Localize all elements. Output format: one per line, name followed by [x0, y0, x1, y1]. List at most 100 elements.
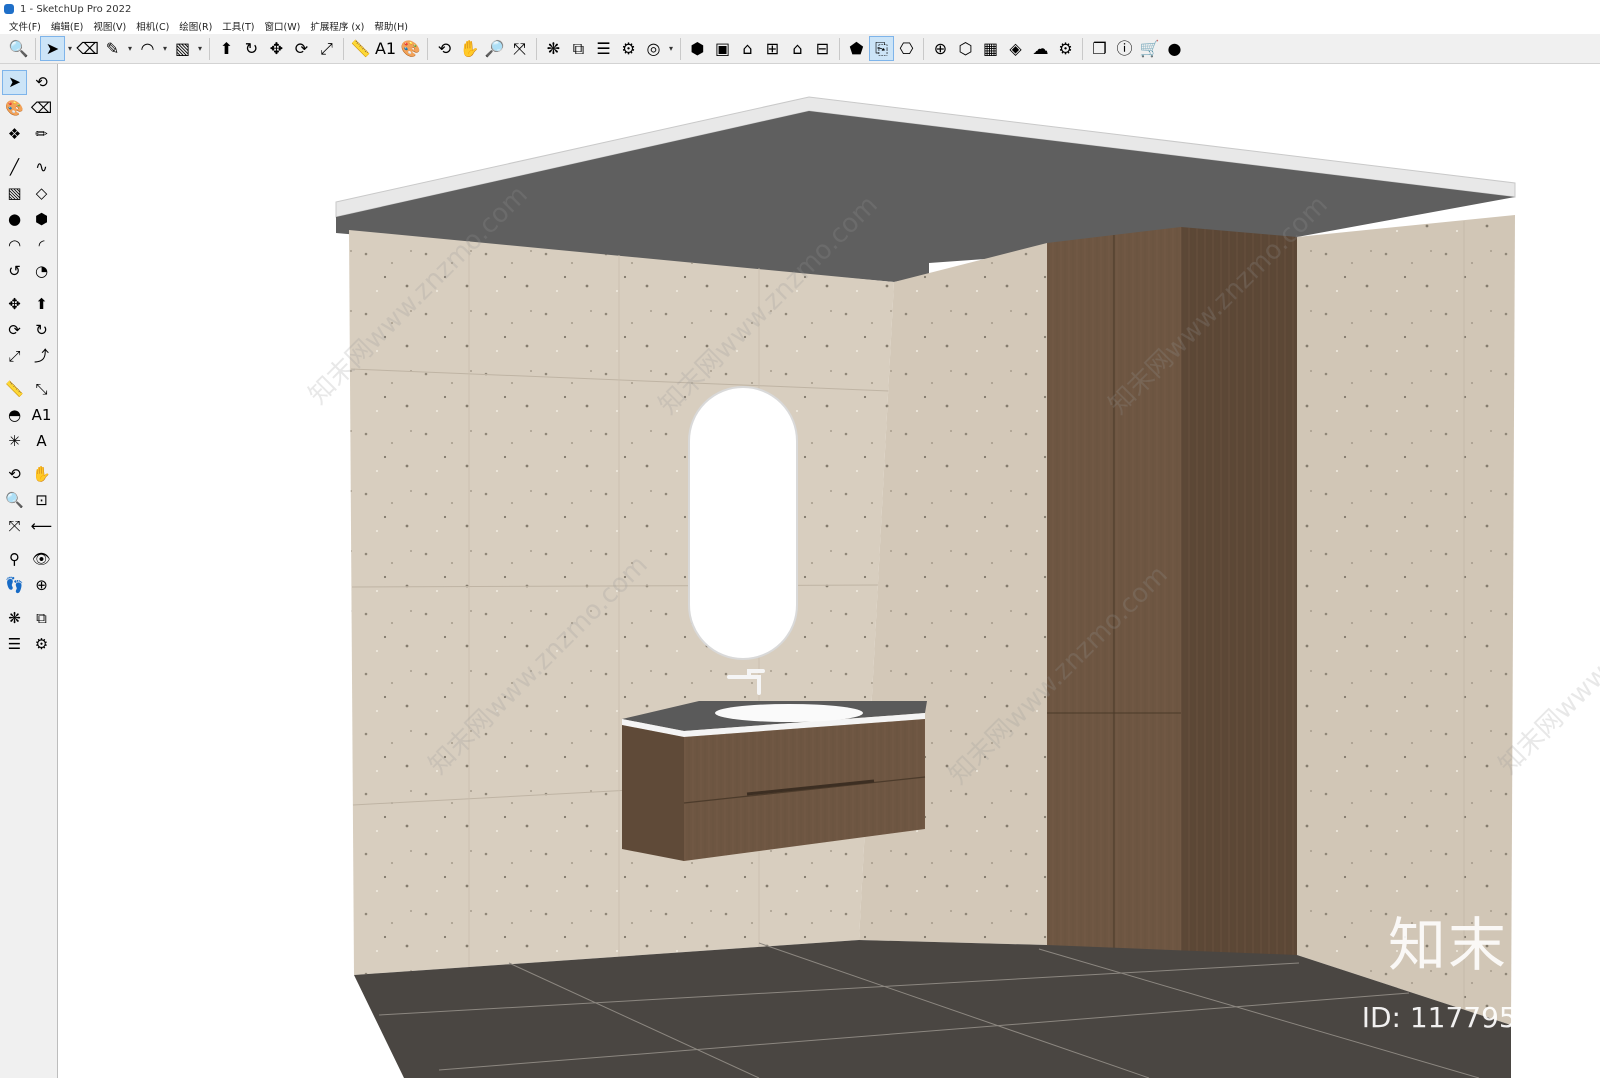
zoom-extents-tool-icon[interactable]: ⤧	[2, 514, 27, 539]
extension-tool-icon[interactable]: ⧉	[29, 606, 54, 631]
styles-icon[interactable]: ◈	[1003, 36, 1028, 61]
chevron-down-icon[interactable]: ▾	[65, 44, 75, 53]
menu-item-6[interactable]: 窗口(W)	[260, 19, 306, 33]
info-icon[interactable]: ⓘ	[1112, 36, 1137, 61]
lasso-icon[interactable]: ⟲	[29, 70, 54, 95]
zoom-window-icon[interactable]: 🔎	[482, 36, 507, 61]
chevron-down-icon[interactable]: ▾	[195, 44, 205, 53]
rectangle-tool-icon[interactable]: ▧	[2, 181, 27, 206]
rectangle-icon[interactable]: ▧	[170, 36, 195, 61]
text-icon[interactable]: A1	[373, 36, 398, 61]
toolbar-divider	[343, 37, 344, 60]
3d-warehouse-icon[interactable]: ❋	[541, 36, 566, 61]
menu-item-4[interactable]: 绘图(R)	[174, 19, 217, 33]
component-icon[interactable]: ❖	[2, 122, 27, 147]
eraser-icon[interactable]: ⌫	[75, 36, 100, 61]
cloud-icon[interactable]: ☁	[1028, 36, 1053, 61]
freehand-icon[interactable]: ∿	[29, 155, 54, 180]
sandbox-icon[interactable]: ⬡	[953, 36, 978, 61]
previous-view-icon[interactable]: ⟵	[29, 514, 54, 539]
paint-bucket-icon[interactable]: 🎨	[398, 36, 423, 61]
3d-viewport[interactable]: 知末网www.znzmo.com 知末网www.znzmo.com 知末网www…	[59, 65, 1600, 1078]
text-tool-icon[interactable]: A1	[29, 403, 54, 428]
pan-icon[interactable]: ✋	[457, 36, 482, 61]
push-pull-tool-icon[interactable]: ⬆	[29, 292, 54, 317]
extension-warehouse-icon[interactable]: ⧉	[566, 36, 591, 61]
menu-item-2[interactable]: 视图(V)	[88, 19, 131, 33]
section-tool-icon[interactable]: ⊕	[29, 573, 54, 598]
back-view-icon[interactable]: ⌂	[785, 36, 810, 61]
line-tool-icon[interactable]: ╱	[2, 155, 27, 180]
chevron-down-icon[interactable]: ▾	[160, 44, 170, 53]
arc-icon[interactable]: ◠	[135, 36, 160, 61]
zoom-icon[interactable]: 🔍	[6, 36, 31, 61]
layers-icon[interactable]: ❐	[1087, 36, 1112, 61]
menu-item-8[interactable]: 帮助(H)	[369, 19, 413, 33]
menu-item-1[interactable]: 编辑(E)	[46, 19, 88, 33]
offset-tool-icon[interactable]: ⤴	[29, 344, 54, 369]
protractor-icon[interactable]: ◓	[2, 403, 27, 428]
zoom-extents-icon[interactable]: ⤧	[507, 36, 532, 61]
settings-gear-icon[interactable]: ⚙	[1053, 36, 1078, 61]
layout-tool-icon[interactable]: ☰	[2, 632, 27, 657]
axes-tool-icon[interactable]: ✳	[2, 429, 27, 454]
paint-tool-icon[interactable]: 🎨	[2, 96, 27, 121]
select-tool-icon[interactable]: ➤	[2, 70, 27, 95]
menu-item-5[interactable]: 工具(T)	[217, 19, 259, 33]
account-icon[interactable]: ◎	[641, 36, 666, 61]
two-point-arc-icon[interactable]: ◜	[29, 233, 54, 258]
iso-view-icon[interactable]: ⬢	[685, 36, 710, 61]
rotate-tool-icon[interactable]: ⟳	[2, 318, 27, 343]
rotate-icon[interactable]: ⟳	[289, 36, 314, 61]
chevron-down-icon[interactable]: ▾	[666, 44, 676, 53]
3d-text-icon[interactable]: A	[29, 429, 54, 454]
extension-manager-icon[interactable]: ⚙	[616, 36, 641, 61]
warehouse-tool-icon[interactable]: ❋	[2, 606, 27, 631]
zoom-tool-icon[interactable]: 🔍	[2, 488, 27, 513]
scale-icon[interactable]: ⤢	[314, 36, 339, 61]
layout-icon[interactable]: ☰	[591, 36, 616, 61]
menu-item-7[interactable]: 扩展程序 (x)	[305, 19, 369, 33]
cart-icon[interactable]: 🛒	[1137, 36, 1162, 61]
rotated-rectangle-icon[interactable]: ◇	[29, 181, 54, 206]
zoom-window-tool-icon[interactable]: ⊡	[29, 488, 54, 513]
photo-match-icon[interactable]: ▦	[978, 36, 1003, 61]
manager-tool-icon[interactable]: ⚙	[29, 632, 54, 657]
orbit-icon[interactable]: ⟲	[432, 36, 457, 61]
push-pull-icon[interactable]: ⬆	[214, 36, 239, 61]
tag-tool-icon[interactable]: ✏	[29, 122, 54, 147]
scale-tool-icon[interactable]: ⤢	[2, 344, 27, 369]
dimension-tool-icon[interactable]: ⤡	[29, 377, 54, 402]
follow-me-tool-icon[interactable]: ↻	[29, 318, 54, 343]
add-location-icon[interactable]: ⊕	[928, 36, 953, 61]
solid-tools-icon[interactable]: ⬟	[844, 36, 869, 61]
move-tool-icon[interactable]: ✥	[2, 292, 27, 317]
polygon-tool-icon[interactable]: ⬢	[29, 207, 54, 232]
section-plane-icon[interactable]: ⎘	[869, 36, 894, 61]
pie-tool-icon[interactable]: ◔	[29, 259, 54, 284]
circle-tool-icon[interactable]: ●	[2, 207, 27, 232]
select-icon[interactable]: ➤	[40, 36, 65, 61]
right-view-icon[interactable]: ⊞	[760, 36, 785, 61]
look-around-icon[interactable]: 👁	[29, 547, 54, 572]
tape-measure-icon[interactable]: 📏	[348, 36, 373, 61]
menu-item-0[interactable]: 文件(F)	[4, 19, 46, 33]
top-view-icon[interactable]: ▣	[710, 36, 735, 61]
move-icon[interactable]: ✥	[264, 36, 289, 61]
follow-me-icon[interactable]: ↻	[239, 36, 264, 61]
chevron-down-icon[interactable]: ▾	[125, 44, 135, 53]
left-view-icon[interactable]: ⊟	[810, 36, 835, 61]
menu-item-3[interactable]: 相机(C)	[131, 19, 174, 33]
orbit-tool-icon[interactable]: ⟲	[2, 462, 27, 487]
eraser-tool-icon[interactable]: ⌫	[29, 96, 54, 121]
three-point-arc-icon[interactable]: ↺	[2, 259, 27, 284]
arc-tool-icon[interactable]: ◠	[2, 233, 27, 258]
front-view-icon[interactable]: ⌂	[735, 36, 760, 61]
walk-icon[interactable]: 👣	[2, 573, 27, 598]
pan-tool-icon[interactable]: ✋	[29, 462, 54, 487]
tape-tool-icon[interactable]: 📏	[2, 377, 27, 402]
pencil-icon[interactable]: ✎	[100, 36, 125, 61]
scenes-icon[interactable]: ⎔	[894, 36, 919, 61]
user-icon[interactable]: ●	[1162, 36, 1187, 61]
position-camera-icon[interactable]: ⚲	[2, 547, 27, 572]
